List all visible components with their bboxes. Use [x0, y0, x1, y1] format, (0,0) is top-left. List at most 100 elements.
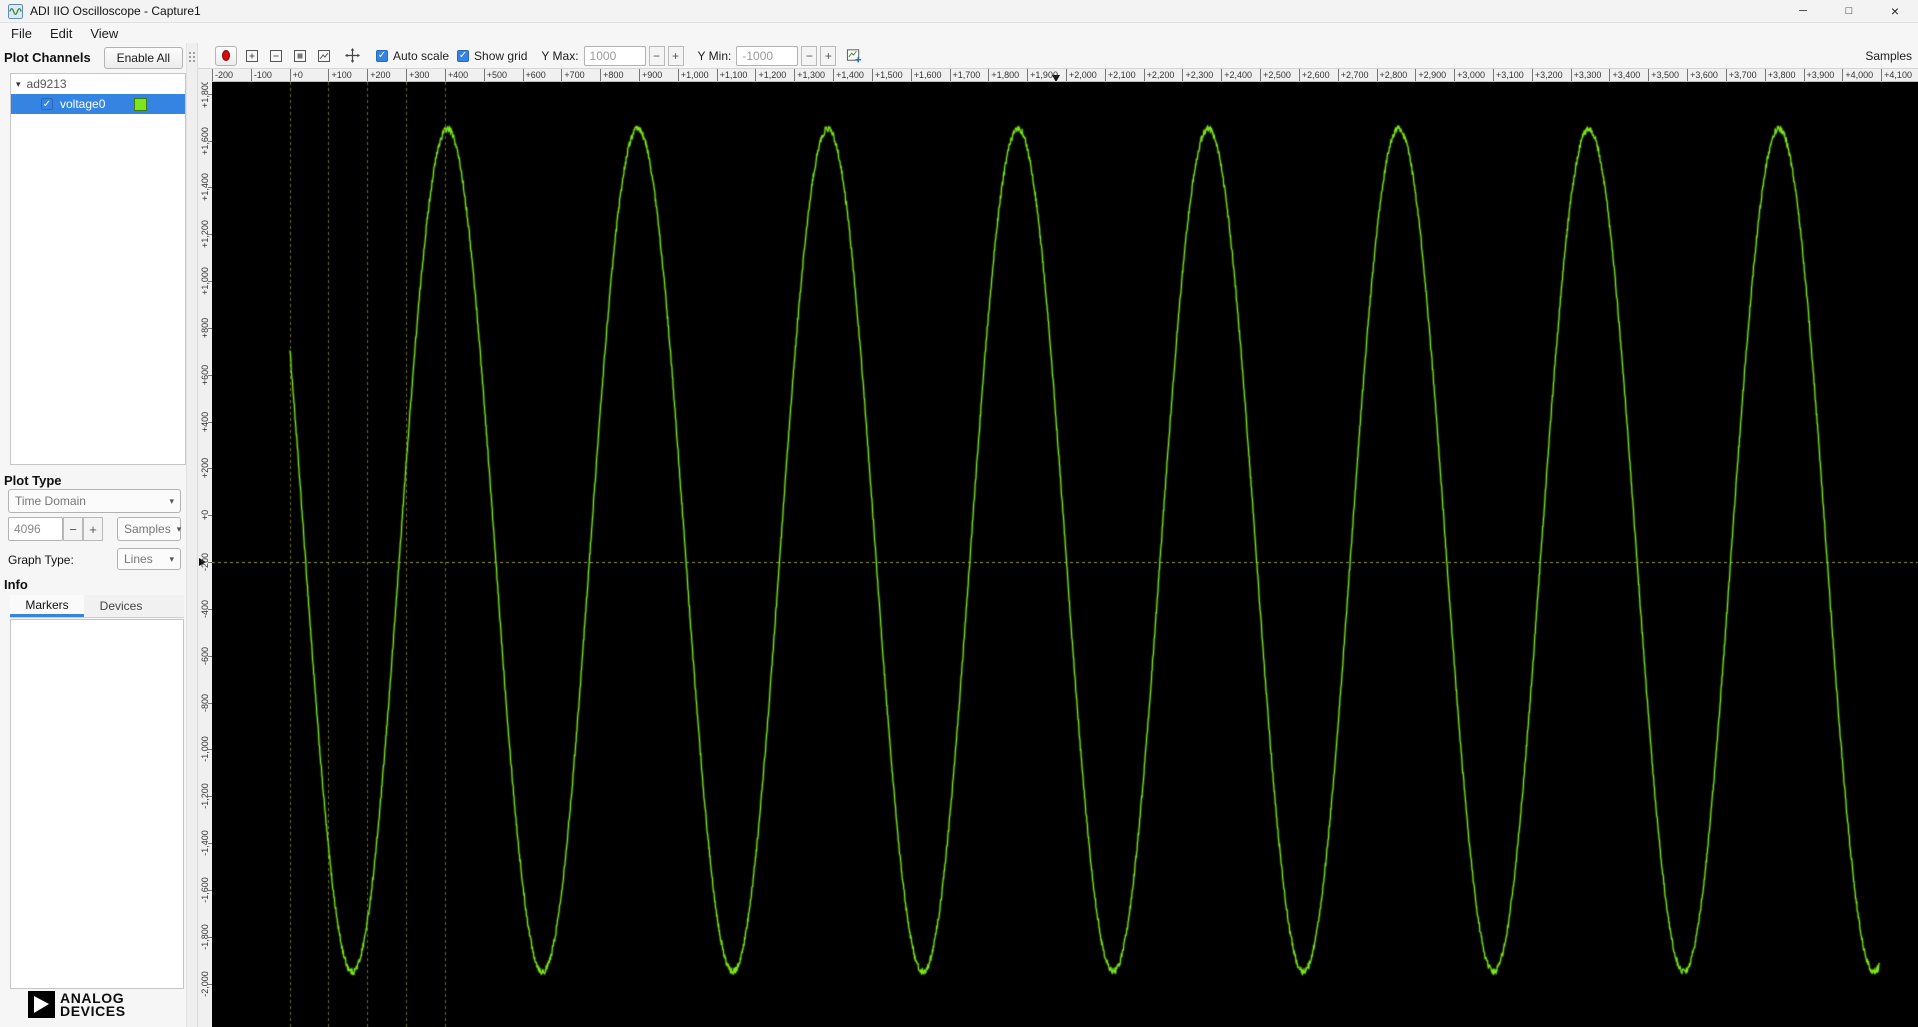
menu-view[interactable]: View [81, 24, 127, 43]
x-axis-tick-label: +1,300 [794, 69, 825, 81]
x-axis-tick-label: +2,400 [1221, 69, 1252, 81]
ymin-increment[interactable]: + [820, 45, 837, 66]
pane-splitter[interactable] [186, 43, 198, 1027]
app-window: ADI IIO Oscilloscope - Capture1 ─ □ × Fi… [0, 0, 1918, 1027]
channel-checkbox[interactable]: ✓ [41, 98, 53, 110]
minimize-button[interactable]: ─ [1780, 0, 1826, 22]
close-button[interactable]: × [1872, 0, 1918, 22]
x-axis-tick-label: +1,700 [949, 69, 980, 81]
x-axis-tick-label: +1,600 [910, 69, 942, 81]
sample-count-increment[interactable]: + [83, 517, 103, 541]
zoom-in-icon[interactable] [244, 48, 260, 64]
enable-all-button[interactable]: Enable All [103, 47, 183, 69]
x-axis-tick-label: +3,100 [1493, 69, 1524, 81]
graph-type-value: Lines [124, 552, 153, 566]
plot-type-dropdown[interactable]: Time Domain ▾ [8, 489, 181, 513]
capture-button[interactable] [215, 45, 237, 66]
device-name: ad9213 [26, 77, 67, 91]
x-axis-tick-label: +3,300 [1570, 69, 1601, 81]
x-axis-tick-label: +3,600 [1687, 69, 1718, 81]
check-icon: ✓ [42, 98, 52, 110]
info-panel [10, 619, 184, 989]
chevron-down-icon: ▾ [176, 523, 182, 534]
menu-edit[interactable]: Edit [41, 24, 81, 43]
x-axis-tick-label: +3,000 [1454, 69, 1485, 81]
tab-markers[interactable]: Markers [10, 595, 84, 617]
ymax-decrement[interactable]: − [648, 45, 665, 66]
ymin-input[interactable] [736, 45, 799, 66]
ymin-decrement[interactable]: − [801, 45, 818, 66]
info-tabs: Markers Devices [10, 595, 184, 618]
plot-toolbar: ✓ Auto scale ✓ Show grid Y Max: − + Y Mi… [198, 43, 1918, 69]
x-axis-tick-label: +1,900 [1027, 69, 1058, 81]
channel-row-voltage0[interactable]: ✓ voltage0 [11, 94, 185, 114]
ruler-corner [198, 69, 212, 82]
tab-devices[interactable]: Devices [84, 595, 158, 617]
x-axis-tick-label: +2,700 [1337, 69, 1369, 81]
x-axis-tick-label: +100 [328, 69, 352, 81]
main-panel: ✓ Auto scale ✓ Show grid Y Max: − + Y Mi… [198, 43, 1918, 1027]
expander-icon[interactable]: ▾ [16, 79, 21, 90]
autoscale-label: Auto scale [393, 48, 450, 63]
x-axis-tick-label: +2,300 [1182, 69, 1213, 81]
x-axis-tick-label: +400 [444, 69, 468, 81]
x-axis-tick-label: +3,400 [1609, 69, 1640, 81]
showgrid-control: ✓ Show grid [457, 49, 527, 63]
zoom-fit-icon[interactable] [292, 48, 308, 64]
y-axis-tick-label: +1,800 [200, 82, 210, 108]
channel-color-swatch[interactable] [134, 98, 147, 111]
x-axis-tick-label: +4,100 [1881, 69, 1912, 81]
ymax-label: Y Max: [541, 48, 579, 63]
logo-line2: DEVICES [60, 1002, 126, 1019]
pane-handle-icon [188, 51, 195, 63]
x-axis-tick-label: +2,200 [1143, 69, 1174, 81]
autoscale-control: ✓ Auto scale [376, 49, 449, 63]
x-axis-tick-label: +500 [483, 69, 507, 81]
menu-file[interactable]: File [2, 24, 41, 43]
sample-count-decrement[interactable]: − [63, 517, 83, 541]
x-axis-ruler: -200 -100 +0 +100 +200 +300 +400 +500 +600 +700 +8… [212, 69, 1918, 82]
zoom-out-icon[interactable] [268, 48, 284, 64]
chevron-down-icon: ▾ [169, 495, 174, 506]
ymax-input[interactable] [583, 45, 646, 66]
x-axis-tick-label: +300 [406, 69, 429, 81]
oscilloscope-plot[interactable] [212, 82, 1918, 1027]
graph-type-dropdown[interactable]: Lines ▾ [117, 548, 181, 570]
move-crosshair-icon[interactable] [344, 48, 360, 64]
x-axis-tick-label: +2,000 [1066, 69, 1097, 81]
check-icon: ✓ [458, 50, 468, 61]
x-axis-unit-label: Samples [1865, 48, 1912, 63]
graph-type-label: Graph Type: [8, 553, 74, 567]
record-icon [222, 50, 230, 61]
zoom-reset-icon[interactable] [316, 48, 332, 64]
x-axis-tick-label: +2,500 [1260, 69, 1291, 81]
sample-unit-dropdown[interactable]: Samples ▾ [117, 517, 181, 541]
x-axis-tick-label: +1,500 [871, 69, 903, 81]
device-row-ad9213[interactable]: ▾ ad9213 [11, 74, 185, 94]
analog-devices-logo: ANALOG DEVICES [28, 991, 126, 1018]
chevron-down-icon: ▾ [169, 553, 174, 564]
ymax-increment[interactable]: + [667, 45, 684, 66]
sample-count-input[interactable] [8, 517, 63, 541]
x-axis-tick-label: -100 [250, 69, 272, 81]
x-axis-tick-label: +200 [367, 69, 391, 81]
x-axis-tick-label: +2,600 [1298, 69, 1330, 81]
x-axis-tick-label: +800 [600, 69, 623, 81]
plot-type-value: Time Domain [15, 494, 86, 508]
autoscale-checkbox[interactable]: ✓ [376, 49, 388, 62]
new-plot-icon[interactable] [846, 48, 862, 64]
y-axis-ruler: +1,800 +1,600 +1,400 +1,200 +1,000 +800 +600 +4… [198, 82, 212, 1027]
plot-type-label: Plot Type [4, 473, 62, 488]
plot-channels-label: Plot Channels [4, 50, 91, 65]
ymin-label: Y Min: [697, 48, 732, 63]
channel-name: voltage0 [60, 97, 106, 111]
showgrid-checkbox[interactable]: ✓ [457, 49, 470, 62]
x-axis-tick-label: +1,200 [755, 69, 786, 81]
x-axis-tick-label: +0 [289, 69, 303, 81]
x-axis-tick-label: +1,100 [716, 69, 747, 81]
info-label: Info [4, 577, 28, 592]
adi-triangle-icon [28, 991, 55, 1018]
maximize-button[interactable]: □ [1826, 0, 1872, 22]
sidebar: Plot Channels Enable All ▾ ad9213 ✓ volt… [0, 43, 186, 1027]
sample-unit-value: Samples [124, 522, 171, 536]
